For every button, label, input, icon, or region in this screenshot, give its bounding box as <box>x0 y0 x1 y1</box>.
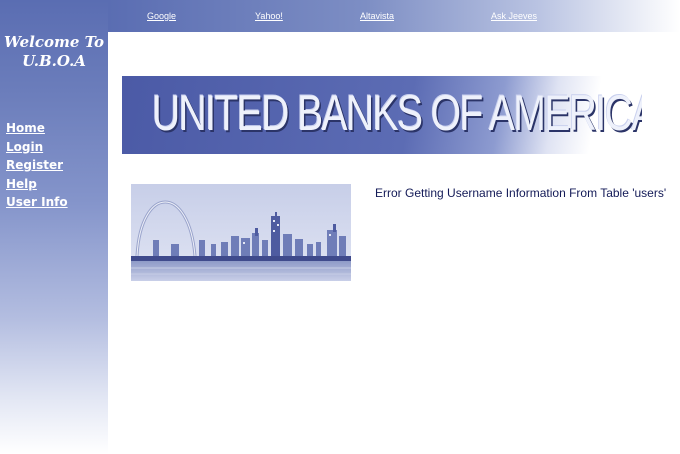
nav-register-link[interactable]: Register <box>6 156 68 175</box>
bank-banner: UNITED BANKS OF AMERICA <box>122 76 642 154</box>
error-message: Error Getting Username Information From … <box>375 186 667 200</box>
welcome-heading: Welcome To U.B.O.A <box>0 33 108 71</box>
sidebar-nav: Home Login Register Help User Info <box>6 119 68 212</box>
ask-jeeves-link[interactable]: Ask Jeeves <box>491 11 537 21</box>
yahoo-link[interactable]: Yahoo! <box>255 11 283 21</box>
google-link[interactable]: Google <box>147 11 176 21</box>
top-link-bar: Google Yahoo! Altavista Ask Jeeves <box>108 0 680 32</box>
nav-login-link[interactable]: Login <box>6 138 68 157</box>
altavista-link[interactable]: Altavista <box>360 11 394 21</box>
sidebar: Welcome To U.B.O.A Home Login Register H… <box>0 0 108 454</box>
welcome-line-1: Welcome To <box>3 33 105 51</box>
nav-user-info-link[interactable]: User Info <box>6 193 68 212</box>
st-louis-skyline-image <box>131 184 351 281</box>
nav-home-link[interactable]: Home <box>6 119 68 138</box>
banner-title: UNITED BANKS OF AMERICA <box>152 85 642 141</box>
welcome-line-2: U.B.O.A <box>22 52 86 70</box>
nav-help-link[interactable]: Help <box>6 175 68 194</box>
